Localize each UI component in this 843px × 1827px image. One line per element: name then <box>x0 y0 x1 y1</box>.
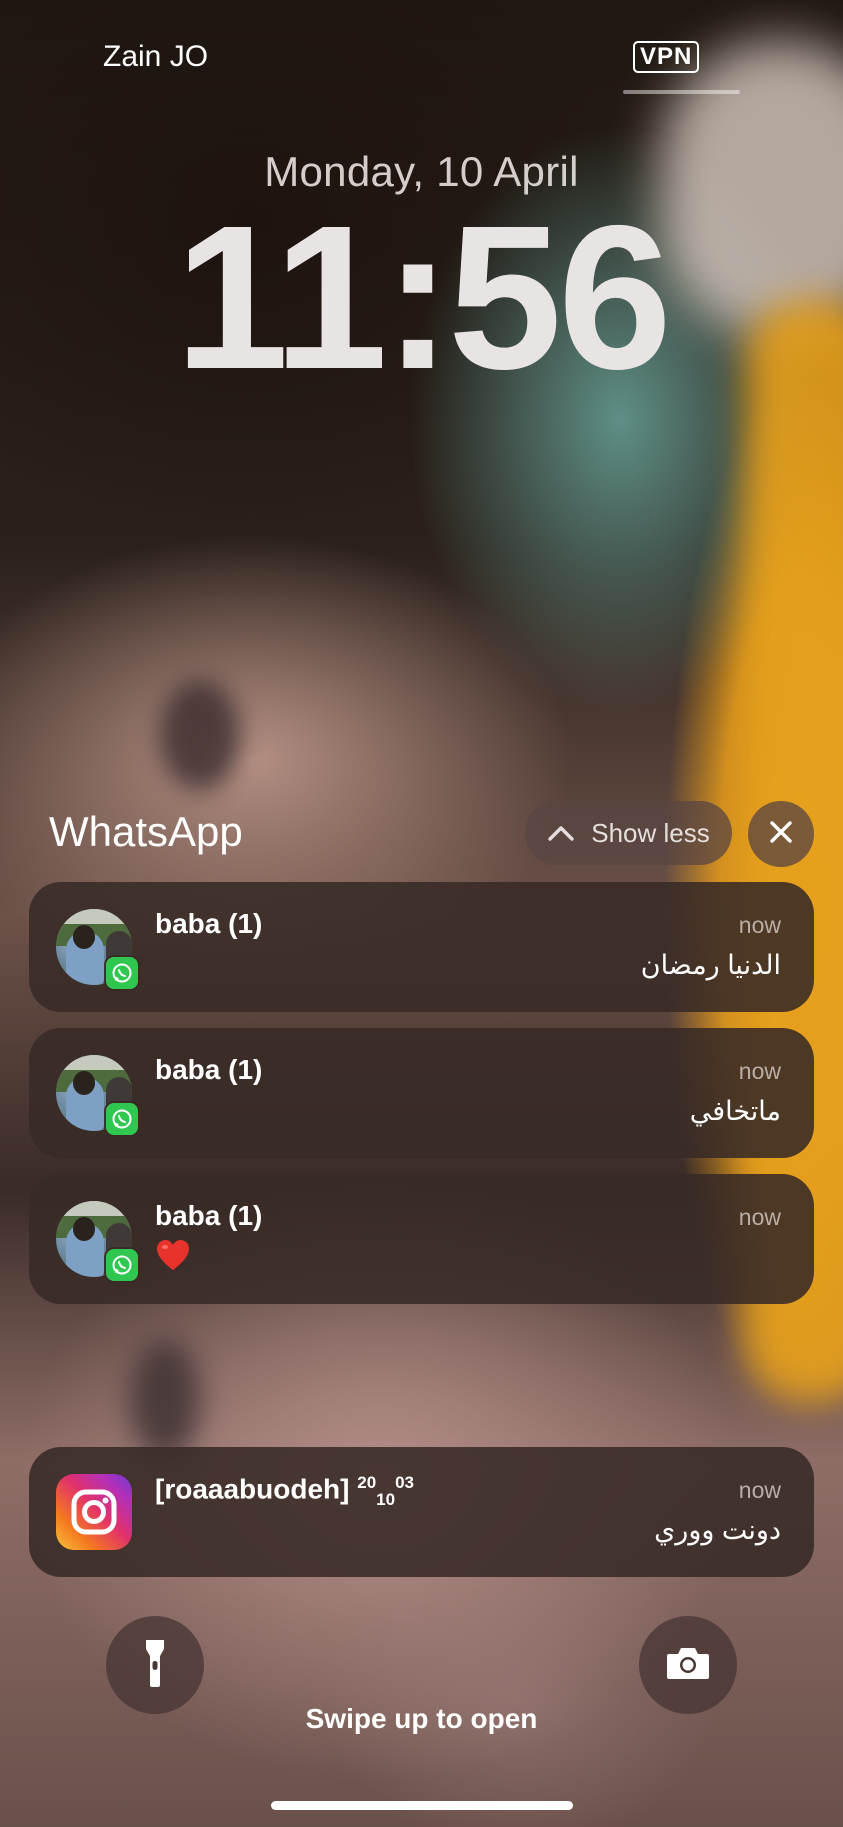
vpn-indicator: VPN <box>633 41 700 73</box>
notification-time: now <box>738 912 781 938</box>
close-icon <box>768 819 794 850</box>
notification-time: now <box>738 1477 781 1503</box>
flashlight-icon <box>142 1637 168 1694</box>
notification-card[interactable]: baba (1) now الدنيا رمضان <box>29 882 814 1012</box>
carrier-label: Zain JO <box>103 40 209 73</box>
notification-card[interactable]: baba (1) now <box>29 1174 814 1304</box>
home-indicator[interactable] <box>271 1801 573 1810</box>
chevron-up-icon <box>547 824 575 842</box>
notification-time: now <box>738 1058 781 1084</box>
notification-sender: baba (1) <box>155 1054 263 1085</box>
status-underline <box>623 90 740 94</box>
heart-emoji <box>155 1238 191 1274</box>
flashlight-button[interactable] <box>106 1616 204 1714</box>
notification-time: now <box>738 1204 781 1230</box>
whatsapp-icon <box>106 957 138 989</box>
clear-group-button[interactable] <box>748 801 814 867</box>
notification-sender: [roaaabuodeh] 201003 <box>155 1473 414 1509</box>
camera-icon <box>665 1645 711 1686</box>
whatsapp-icon <box>106 1103 138 1135</box>
instagram-icon <box>56 1474 132 1550</box>
notification-sender: baba (1) <box>155 908 263 939</box>
notification-message: دونت ووري <box>654 1515 781 1545</box>
show-less-button[interactable]: Show less <box>525 801 732 865</box>
show-less-label: Show less <box>591 817 710 848</box>
notification-message: الدنيا رمضان <box>640 950 781 980</box>
swipe-up-hint: Swipe up to open <box>305 1703 538 1734</box>
whatsapp-icon <box>106 1249 138 1281</box>
notification-message: ماتخافي <box>689 1096 781 1126</box>
notification-card[interactable]: baba (1) now ماتخافي <box>29 1028 814 1158</box>
lock-time: 11:56 <box>174 183 672 412</box>
notification-sender: baba (1) <box>155 1200 263 1231</box>
notification-group-title: WhatsApp <box>49 808 243 855</box>
notification-card[interactable]: [roaaabuodeh] 201003 now دونت ووري <box>29 1447 814 1577</box>
camera-button[interactable] <box>639 1616 737 1714</box>
